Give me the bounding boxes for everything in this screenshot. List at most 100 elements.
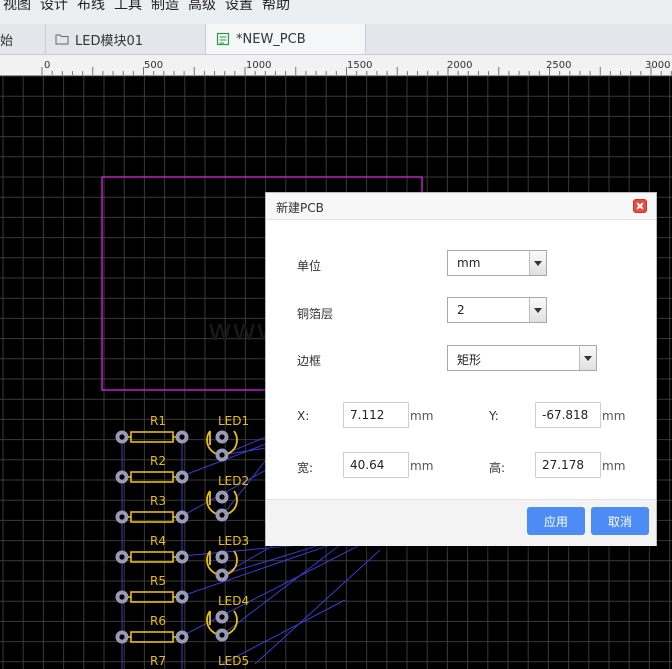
ruler-label-2500: 2500	[546, 60, 571, 71]
cancel-button[interactable]: 取消	[591, 507, 649, 535]
menu-design[interactable]: 设计	[40, 0, 77, 12]
component-label: R4	[150, 534, 166, 548]
menu-help[interactable]: 帮助	[262, 0, 299, 12]
y-field[interactable]	[535, 402, 601, 428]
ruler-label-1500: 1500	[347, 60, 372, 71]
close-icon[interactable]	[633, 199, 647, 213]
pad-hole	[119, 474, 125, 480]
pad-hole	[119, 554, 125, 560]
component-label: R2	[150, 454, 166, 468]
component-label: R5	[150, 574, 166, 588]
component-label: R3	[150, 494, 166, 508]
pad-hole	[179, 514, 185, 520]
dialog-footer: 应用 取消	[266, 499, 656, 546]
resistor-footprint: R5	[115, 574, 189, 604]
component-label: LED2	[218, 474, 249, 488]
unit-label: 单位	[297, 259, 322, 273]
layers-label: 铜箔层	[297, 307, 334, 321]
menu-view[interactable]: 视图	[3, 0, 40, 12]
resistor-outline	[130, 591, 174, 603]
component-label: R1	[150, 414, 166, 428]
pad-hole	[119, 634, 125, 640]
pad-hole	[219, 554, 225, 560]
border-select-value: 矩形	[457, 353, 482, 367]
height-unit: mm	[602, 459, 626, 473]
resistor-footprint: R2	[115, 454, 189, 484]
resistor-footprint: R1	[115, 414, 189, 444]
dialog-titlebar: 新建PCB	[266, 193, 656, 220]
y-unit: mm	[602, 409, 626, 423]
apply-button[interactable]: 应用	[527, 507, 585, 535]
menu-settings[interactable]: 设置	[225, 0, 262, 12]
pcb-icon	[216, 32, 230, 46]
ratsnest-line	[181, 544, 331, 597]
pad-hole	[119, 434, 125, 440]
height-label: 高:	[489, 461, 506, 475]
tab-label: *NEW_PCB	[236, 31, 306, 47]
dialog-title: 新建PCB	[276, 201, 324, 215]
pad-hole	[179, 434, 185, 440]
ruler-label-0: 0	[44, 60, 50, 71]
x-unit: mm	[410, 409, 434, 423]
resistor-outline	[130, 631, 174, 643]
pad-hole	[119, 514, 125, 520]
component-label: LED4	[218, 594, 249, 608]
component-label: R6	[150, 614, 166, 628]
tab-led-module[interactable]: LED模块01	[46, 24, 206, 54]
led-footprint: LED3	[206, 534, 249, 582]
component-label: LED5	[218, 654, 249, 668]
width-field[interactable]	[343, 452, 409, 478]
tab-start[interactable]: 始	[0, 24, 46, 54]
border-label: 边框	[297, 354, 322, 368]
y-label: Y:	[489, 409, 499, 423]
ratsnest-line	[181, 544, 361, 637]
ruler-label-1000: 1000	[246, 60, 271, 71]
border-select[interactable]: 矩形	[447, 345, 597, 371]
led-footprint: LED2	[206, 474, 249, 522]
new-pcb-dialog: 新建PCB 单位 mm 铜箔层 2 边框 矩形 X: mm Y: mm 宽: m…	[265, 192, 657, 546]
menu-advanced[interactable]: 高级	[188, 0, 225, 12]
pad-hole	[219, 632, 225, 638]
pad-hole	[219, 434, 225, 440]
unit-select-value: mm	[457, 256, 481, 270]
menu-route[interactable]: 布线	[77, 0, 114, 12]
resistor-footprint: R3	[115, 494, 189, 524]
component-label: R7	[150, 654, 166, 668]
pad-hole	[219, 614, 225, 620]
pad-hole	[219, 512, 225, 518]
tab-new-pcb[interactable]: *NEW_PCB	[206, 24, 366, 54]
pad-hole	[179, 554, 185, 560]
x-label: X:	[297, 409, 310, 423]
menu-bar: 视图 设计 布线 工具 制造 高级 设置 帮助	[0, 0, 672, 25]
width-unit: mm	[410, 459, 434, 473]
ruler-label-2000: 2000	[447, 60, 472, 71]
ratsnest-line	[221, 459, 267, 517]
folder-icon	[55, 34, 69, 45]
tab-label: LED模块01	[75, 33, 144, 49]
resistor-outline	[130, 431, 174, 443]
pad-hole	[179, 634, 185, 640]
ruler-label-500: 500	[144, 60, 163, 71]
ruler-label-3000: 3000	[645, 60, 670, 71]
pad-hole	[179, 594, 185, 600]
x-field[interactable]	[343, 402, 409, 428]
layers-select-value: 2	[457, 303, 465, 317]
layers-select[interactable]: 2	[447, 297, 547, 323]
menu-fabrication[interactable]: 制造	[151, 0, 188, 12]
menu-tools[interactable]: 工具	[114, 0, 151, 12]
resistor-footprint: R6	[115, 614, 189, 644]
tab-label: 始	[0, 33, 14, 49]
chevron-down-icon	[529, 251, 546, 275]
tab-bar: 始 LED模块01 *NEW_PCB	[0, 24, 672, 55]
pad-hole	[119, 594, 125, 600]
resistor-footprint: R4	[115, 534, 189, 564]
width-label: 宽:	[297, 461, 314, 475]
pad-hole	[179, 474, 185, 480]
horizontal-ruler: 0 500 1000 1500 2000 2500 3000	[0, 55, 672, 76]
unit-select[interactable]: mm	[447, 250, 547, 276]
pad-hole	[219, 572, 225, 578]
pad-hole	[219, 494, 225, 500]
pad-hole	[219, 452, 225, 458]
height-field[interactable]	[535, 452, 601, 478]
chevron-down-icon	[579, 346, 596, 370]
